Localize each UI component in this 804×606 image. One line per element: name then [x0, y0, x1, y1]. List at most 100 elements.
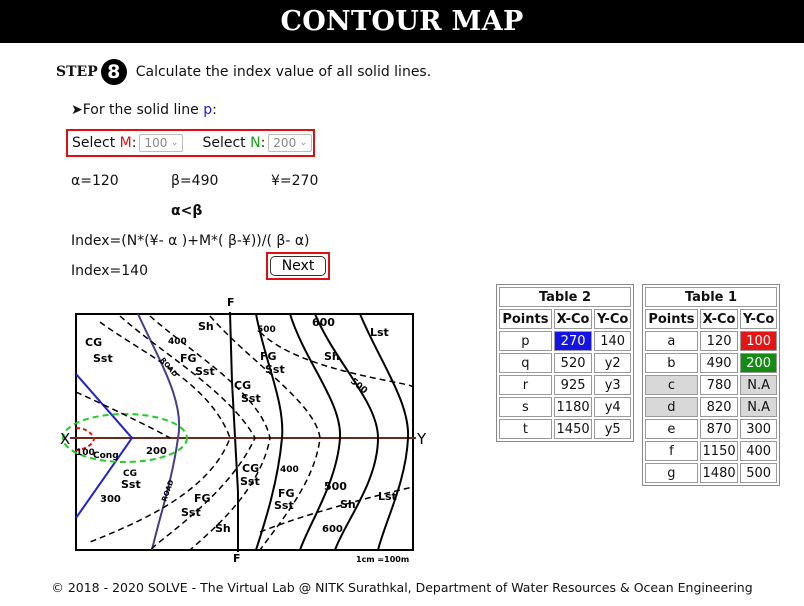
- table-cell: y4: [594, 397, 631, 417]
- table-cell: 490: [699, 353, 739, 373]
- table-2: Table 2 Points X-Co Y-Co p 270 140 q 520…: [496, 284, 634, 442]
- table-row: a 120 100: [645, 331, 777, 351]
- table-cell: b: [645, 353, 698, 373]
- table-cell: 1150: [699, 441, 739, 461]
- map-label: 400: [280, 465, 299, 475]
- map-label: Sh: [198, 320, 214, 333]
- table-row: c 780 N.A: [645, 375, 777, 395]
- table-row: b 490 200: [645, 353, 777, 373]
- index-formula: Index=(N*(¥- α )+M*( β-¥))/( β- α): [71, 233, 310, 249]
- solid-line-prefix: ➤For the solid line: [71, 102, 204, 118]
- table-1-title: Table 1: [645, 287, 777, 307]
- table-cell: r: [499, 375, 552, 395]
- table-cell: 520: [553, 353, 593, 373]
- table-cell: 100: [740, 331, 777, 351]
- table-cell: 820: [699, 397, 739, 417]
- map-label: 600: [322, 524, 343, 535]
- select-m-dropdown[interactable]: 100 ⌄: [139, 134, 184, 152]
- map-label: 600: [312, 316, 335, 329]
- table-row: d 820 N.A: [645, 397, 777, 417]
- comparison-text: α<β: [171, 203, 203, 219]
- table-1-header: Points: [645, 309, 698, 329]
- table-cell: N.A: [740, 397, 777, 417]
- map-label: 500: [257, 325, 276, 335]
- step-header: STEP 8 Calculate the index value of all …: [56, 57, 431, 87]
- map-label: Sst: [93, 352, 113, 365]
- table-cell: N.A: [740, 375, 777, 395]
- step-number-badge: 8: [100, 59, 127, 85]
- table-cell: g: [645, 463, 698, 483]
- map-scale: 1cm =100m: [356, 555, 409, 564]
- table-2-header: X-Co: [553, 309, 593, 329]
- solid-line-point: p: [203, 102, 213, 118]
- table-2-header: Points: [499, 309, 552, 329]
- map-label: 200: [146, 446, 167, 457]
- table-cell: 140: [594, 331, 631, 351]
- map-label: 100: [76, 448, 95, 458]
- map-label: Sst: [181, 506, 201, 519]
- table-row: s 1180 y4: [499, 397, 631, 417]
- table-cell: s: [499, 397, 552, 417]
- select-m-prefix: Select: [72, 135, 120, 151]
- yen-value: ¥=270: [271, 173, 319, 189]
- step-label: STEP: [56, 64, 98, 80]
- table-cell: 925: [553, 375, 593, 395]
- map-label: Sh: [324, 350, 340, 363]
- table-row: f 1150 400: [645, 441, 777, 461]
- map-label: Sst: [241, 392, 261, 405]
- solid-line-label: ➤For the solid line p:: [71, 102, 217, 118]
- next-button[interactable]: Next: [270, 256, 326, 276]
- map-label: Lst: [378, 490, 397, 503]
- beta-value: β=490: [171, 173, 219, 189]
- table-row: r 925 y3: [499, 375, 631, 395]
- map-label: Sst: [121, 478, 141, 491]
- select-n-value: 200: [273, 136, 297, 150]
- table-row: g 1480 500: [645, 463, 777, 483]
- page-title: CONTOUR MAP: [0, 0, 804, 43]
- table-row: q 520 y2: [499, 353, 631, 373]
- contour-map: F F X Y 1cm =100m CG Sst Sh 400 500 600 …: [60, 296, 427, 565]
- step-instruction: Calculate the index value of all solid l…: [135, 64, 432, 80]
- table-cell: 300: [740, 419, 777, 439]
- map-label: Sst: [240, 475, 260, 488]
- table-cell: p: [499, 331, 552, 351]
- table-cell: 270: [553, 331, 593, 351]
- map-label: 300: [100, 494, 121, 505]
- map-label: CG: [234, 379, 251, 392]
- map-label: Cong: [93, 451, 119, 461]
- index-result: Index=140: [71, 263, 148, 279]
- map-label: 500: [324, 480, 347, 493]
- map-label: F: [233, 552, 241, 565]
- select-m-colon: :: [131, 135, 137, 151]
- select-m-letter: M: [119, 135, 132, 151]
- table-2-header: Y-Co: [594, 309, 631, 329]
- map-label: Lst: [370, 326, 389, 339]
- map-label: CG: [242, 462, 259, 475]
- solid-line-suffix: :: [212, 102, 217, 118]
- table-cell: 870: [699, 419, 739, 439]
- table-cell: 1180: [553, 397, 593, 417]
- table-1-header: Y-Co: [740, 309, 777, 329]
- table-cell: 500: [740, 463, 777, 483]
- select-n-letter: N: [250, 135, 261, 151]
- table-cell: 120: [699, 331, 739, 351]
- select-n-prefix: Select: [202, 135, 251, 151]
- select-n-label: Select N:: [202, 135, 265, 151]
- footer-copyright: © 2018 - 2020 SOLVE - The Virtual Lab @ …: [51, 580, 753, 595]
- table-cell: 1480: [699, 463, 739, 483]
- map-label: F: [227, 296, 235, 309]
- map-label: 400: [168, 337, 187, 347]
- chevron-down-icon: ⌄: [170, 138, 179, 148]
- table-row: t 1450 y5: [499, 419, 631, 439]
- map-label: Sst: [265, 363, 285, 376]
- select-n-dropdown[interactable]: 200 ⌄: [268, 134, 313, 152]
- table-cell: 400: [740, 441, 777, 461]
- selector-group: Select M: 100 ⌄ Select N: 200 ⌄: [66, 129, 315, 157]
- table-cell: y3: [594, 375, 631, 395]
- map-label: Sst: [195, 365, 215, 378]
- map-label: Sst: [274, 499, 294, 512]
- map-label: FG: [180, 352, 197, 365]
- map-label: CG: [85, 336, 102, 349]
- map-label: Sh: [340, 498, 356, 511]
- table-cell: c: [645, 375, 698, 395]
